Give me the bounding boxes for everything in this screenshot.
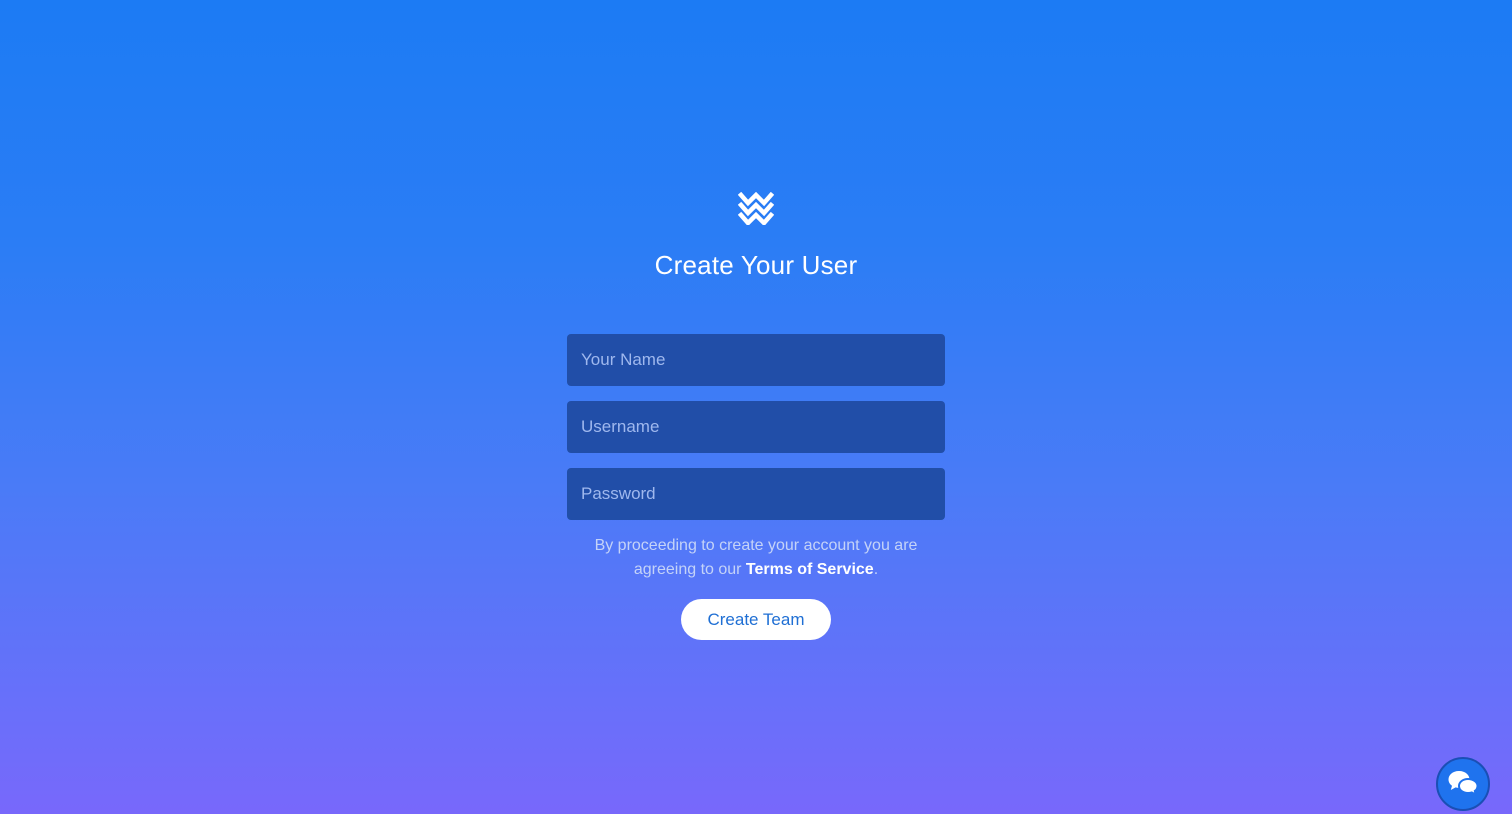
- page-title: Create Your User: [654, 250, 858, 280]
- wave-logo-icon: [738, 192, 774, 225]
- chat-widget-button[interactable]: [1436, 757, 1490, 811]
- create-team-button[interactable]: Create Team: [681, 599, 831, 640]
- terms-of-service-link[interactable]: Terms of Service: [746, 561, 874, 578]
- terms-notice: By proceeding to create your account you…: [567, 534, 945, 582]
- name-input[interactable]: [567, 334, 945, 386]
- password-input[interactable]: [567, 468, 945, 520]
- chat-bubbles-icon: [1447, 768, 1479, 801]
- terms-suffix-text: .: [873, 561, 879, 578]
- username-input[interactable]: [567, 401, 945, 453]
